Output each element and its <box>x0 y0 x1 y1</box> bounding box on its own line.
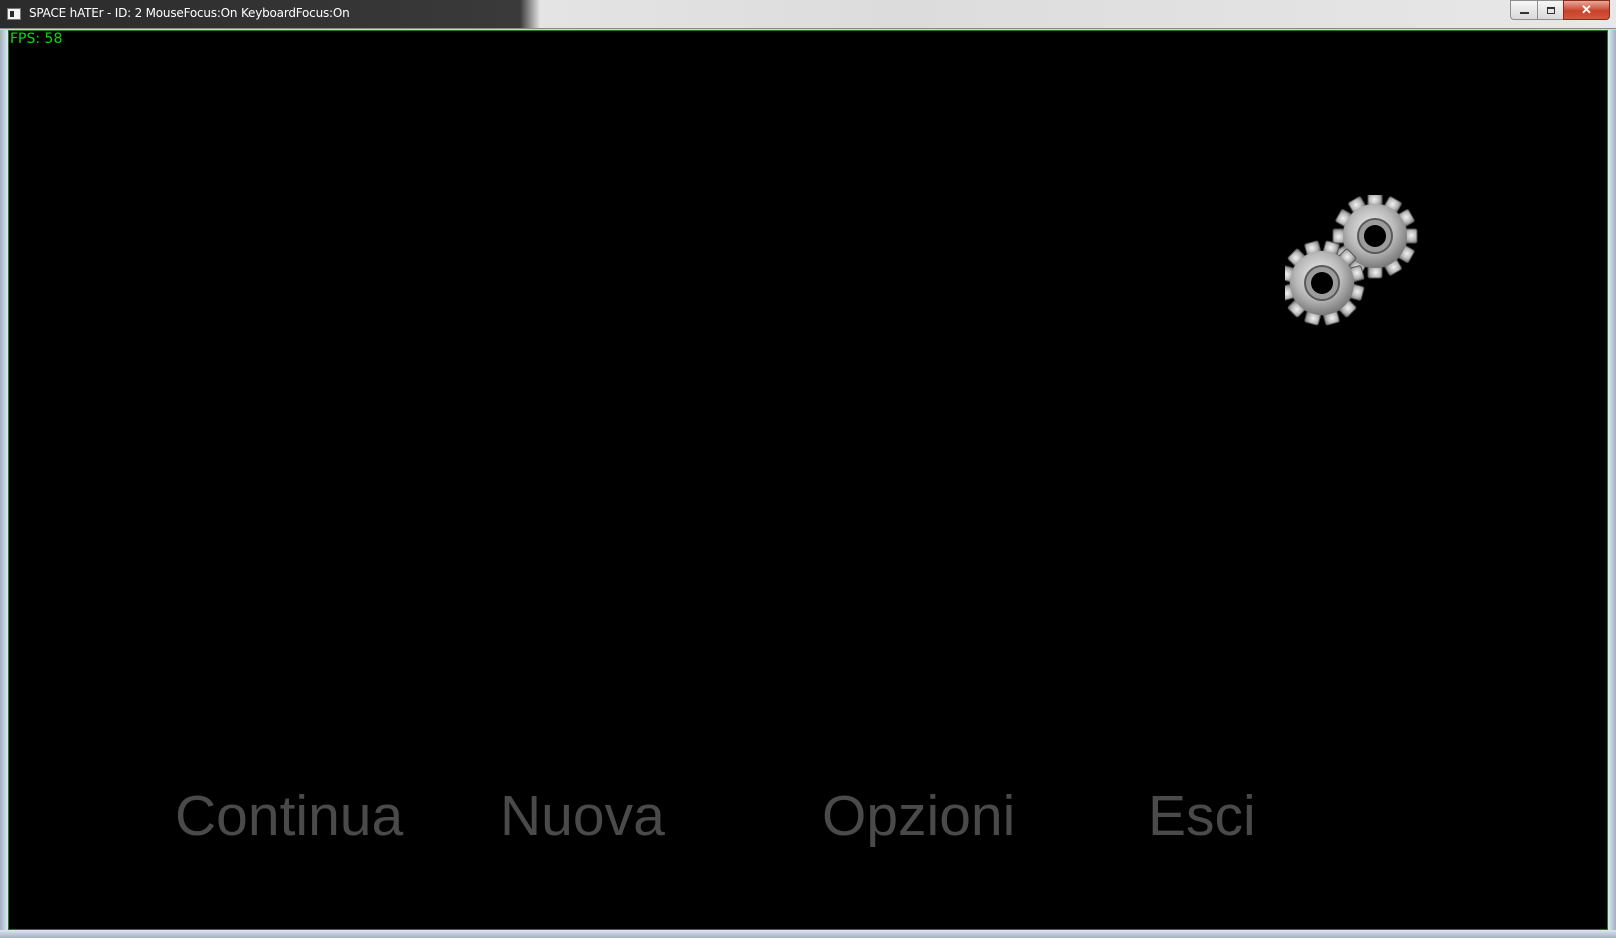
fps-counter: FPS: 58 <box>10 31 63 47</box>
close-button[interactable]: ✕ <box>1563 0 1610 20</box>
window-frame-right <box>1608 30 1616 938</box>
window-controls: ✕ <box>1510 0 1610 22</box>
menu-esci-button[interactable]: Esci <box>1148 783 1256 849</box>
gears-icon <box>1285 195 1418 326</box>
menu-continua-button[interactable]: Continua <box>175 783 403 849</box>
menu-opzioni-button[interactable]: Opzioni <box>822 783 1015 849</box>
maximize-button[interactable] <box>1537 0 1563 20</box>
game-canvas[interactable]: FPS: 58 Continua Nuova Opzioni Esci <box>8 30 1608 930</box>
close-icon: ✕ <box>1581 2 1592 17</box>
window-frame-left <box>0 30 8 938</box>
maximize-icon <box>1546 6 1555 14</box>
minimize-icon <box>1519 12 1529 14</box>
title-bar[interactable]: SPACE hATEr - ID: 2 MouseFocus:On Keyboa… <box>0 0 1616 29</box>
minimize-button[interactable] <box>1510 0 1537 20</box>
app-icon[interactable] <box>7 8 21 20</box>
window-frame-bottom <box>0 930 1616 938</box>
menu-nuova-button[interactable]: Nuova <box>500 783 665 849</box>
app-window: SPACE hATEr - ID: 2 MouseFocus:On Keyboa… <box>0 0 1616 938</box>
window-title: SPACE hATEr - ID: 2 MouseFocus:On Keyboa… <box>29 6 350 20</box>
